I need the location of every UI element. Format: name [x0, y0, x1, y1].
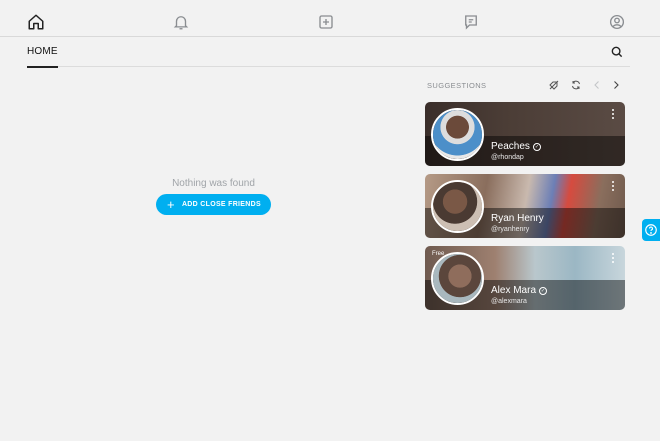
help-button[interactable] [642, 219, 660, 241]
suggestions-header: SUGGESTIONS [427, 79, 624, 93]
message-icon[interactable] [461, 12, 481, 32]
more-options-icon[interactable] [611, 181, 615, 193]
home-icon[interactable] [26, 12, 46, 32]
card-name[interactable]: Ryan Henry [491, 213, 544, 224]
avatar[interactable] [431, 252, 484, 305]
card-name-text: Ryan Henry [491, 213, 544, 224]
plus-icon: + [167, 196, 175, 212]
chevron-right-icon[interactable] [610, 79, 622, 91]
top-navigation [0, 0, 660, 37]
more-options-icon[interactable] [611, 253, 615, 265]
suggestion-card[interactable]: Ryan Henry @ryanhenry [425, 174, 625, 238]
avatar[interactable] [431, 108, 484, 161]
profile-icon[interactable] [607, 12, 627, 32]
card-name-text: Alex Mara [491, 285, 537, 296]
add-close-friends-label: ADD CLOSE FRIENDS [181, 201, 261, 208]
card-name-text: Peaches [491, 141, 530, 152]
card-handle: @ryanhenry [491, 226, 530, 233]
hide-offers-icon[interactable] [548, 79, 560, 91]
help-icon [645, 224, 657, 236]
search-icon[interactable] [610, 45, 624, 59]
card-name[interactable]: Peaches ✓ [491, 141, 541, 152]
tab-home[interactable]: HOME [27, 37, 58, 68]
page-header: HOME [27, 37, 630, 68]
verified-icon: ✓ [532, 142, 541, 151]
refresh-icon[interactable] [570, 79, 582, 91]
suggestion-card[interactable]: Free Alex Mara ✓ @alexmara [425, 246, 625, 310]
tab-home-label: HOME [27, 46, 58, 57]
card-handle: @rhondap [491, 154, 524, 161]
bell-icon[interactable] [171, 12, 191, 32]
more-options-icon[interactable] [611, 109, 615, 121]
avatar[interactable] [431, 180, 484, 233]
add-close-friends-button[interactable]: + ADD CLOSE FRIENDS [156, 194, 271, 215]
plus-square-icon[interactable] [316, 12, 336, 32]
verified-icon: ✓ [539, 286, 548, 295]
empty-message: Nothing was found [172, 178, 255, 189]
chevron-left-icon[interactable] [591, 79, 603, 91]
card-name[interactable]: Alex Mara ✓ [491, 285, 548, 296]
card-handle: @alexmara [491, 298, 527, 305]
active-tab-indicator [27, 66, 58, 68]
suggestions-title: SUGGESTIONS [427, 81, 487, 90]
empty-state: Nothing was found + ADD CLOSE FRIENDS [27, 175, 400, 215]
suggestion-card[interactable]: Peaches ✓ @rhondap [425, 102, 625, 166]
